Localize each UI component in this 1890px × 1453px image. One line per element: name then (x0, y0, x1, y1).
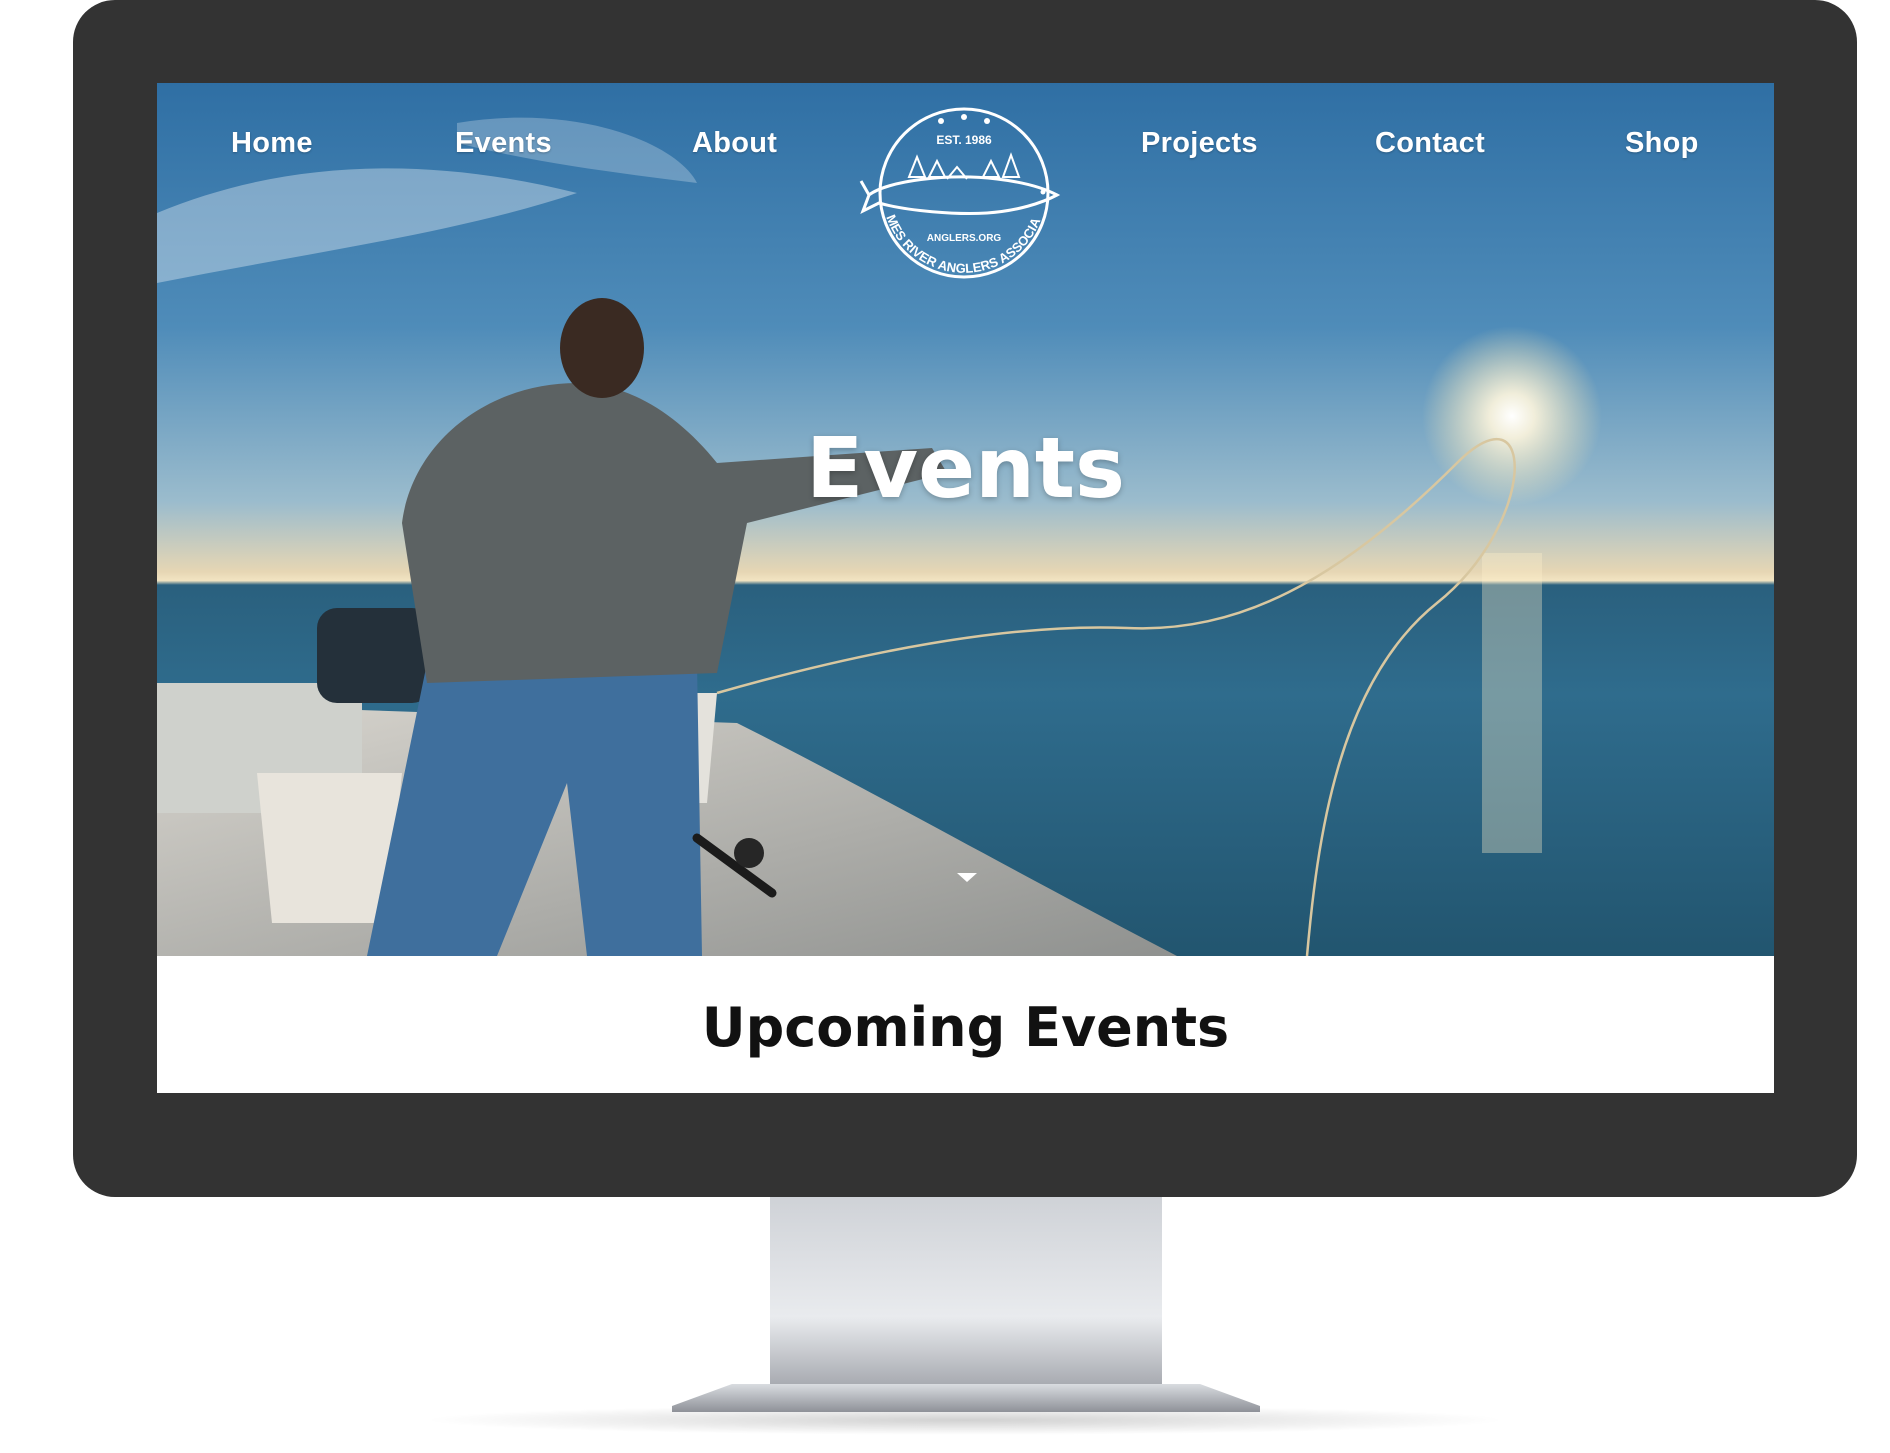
fisherman-head (560, 298, 644, 398)
nav-home[interactable]: Home (231, 127, 313, 160)
nav-shop[interactable]: Shop (1625, 127, 1699, 160)
monitor-stand-base (672, 1384, 1260, 1412)
logo-site: ANGLERS.ORG (927, 233, 1002, 244)
site-logo[interactable]: EST. 1986 ANGLERS.ORG THAMES RIVER ANGLE… (857, 99, 1071, 295)
fishing-reel (734, 838, 764, 868)
monitor-stand-neck (770, 1197, 1162, 1397)
desktop-mockup: Home Events About Projects Contact Shop … (0, 0, 1890, 1453)
nav-projects[interactable]: Projects (1141, 127, 1258, 160)
sun-reflection (1482, 553, 1542, 853)
nav-events[interactable]: Events (455, 127, 552, 160)
scroll-down-icon[interactable] (957, 873, 977, 882)
nav-about[interactable]: About (692, 127, 777, 160)
logo-established: EST. 1986 (936, 133, 992, 147)
outboard-motor (317, 608, 432, 703)
anglers-logo-icon: EST. 1986 ANGLERS.ORG THAMES RIVER ANGLE… (857, 99, 1061, 279)
website-screen: Home Events About Projects Contact Shop … (157, 83, 1774, 1093)
hero-title: Events (805, 419, 1126, 517)
section-title: Upcoming Events (701, 996, 1230, 1059)
upcoming-events-section: Upcoming Events (157, 956, 1774, 1093)
nav-contact[interactable]: Contact (1375, 127, 1485, 160)
fish-icon (859, 175, 1061, 216)
hero-banner: Home Events About Projects Contact Shop … (157, 83, 1774, 956)
